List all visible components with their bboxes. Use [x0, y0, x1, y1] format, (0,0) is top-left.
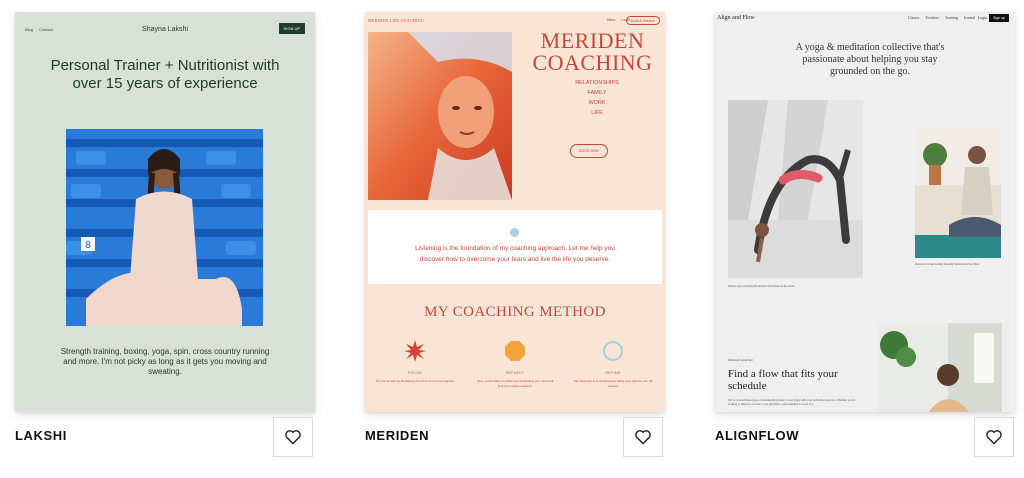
preview-image-studio	[878, 323, 1002, 412]
preview-logo: Align and Flow	[717, 15, 755, 21]
preview-login-link: Login	[977, 16, 987, 20]
preview-intro-text: A yoga & meditation collective that's pa…	[795, 42, 945, 77]
preview-caption: Mariela Ayu practicing Backbends with Da…	[728, 285, 795, 288]
octagon-icon	[505, 341, 525, 361]
template-name[interactable]: LAKSHI	[15, 428, 67, 443]
preview-nav-link: Training	[944, 16, 958, 20]
template-preview-meriden[interactable]: MERIDEN LIFE COACHING Menu Login Book A …	[365, 12, 665, 412]
favorite-button-lakshi[interactable]	[273, 417, 313, 457]
preview-topic-list: RELATIONSHIPS FAMILY WORK LIFE	[565, 78, 629, 118]
preview-quote-section: Listening is the foundation of my coachi…	[368, 210, 662, 284]
favorite-button-meriden[interactable]	[623, 417, 663, 457]
preview-step-desc: Your final step is to continuously refin…	[573, 379, 653, 388]
favorite-button-alignflow[interactable]	[974, 417, 1014, 457]
preview-step-label: FOCUS	[407, 371, 423, 375]
preview-nav: MERIDEN LIFE COACHING Menu Login Book A …	[368, 16, 662, 28]
preview-topic: LIFE	[591, 110, 603, 116]
preview-body-text: Strength training, boxing, yoga, spin, c…	[60, 347, 270, 376]
preview-caption: Instructor Jordan leading Morning Medita…	[915, 263, 980, 266]
preview-section-title: Find a flow that fits your schedule	[728, 368, 838, 392]
preview-step: FOCUS It's time to start by identifying …	[375, 340, 455, 384]
template-preview-lakshi[interactable]: Blog Contact Shayna Lakshi SIGN UP Perso…	[15, 12, 315, 412]
preview-signup-button: SIGN UP	[278, 23, 305, 34]
preview-title: MERIDEN COACHING	[532, 28, 653, 75]
preview-hero-image: 8	[66, 129, 263, 326]
preview-nav-link: Classes	[908, 16, 920, 20]
preview-headline: Personal Trainer + Nutritionist with ove…	[50, 57, 280, 92]
preview-book-button: Book A Session	[625, 16, 660, 25]
heart-outline-icon	[635, 430, 651, 445]
preview-nav-link: Menu	[606, 18, 616, 22]
preview-quote-text: Listening is the foundation of my coachi…	[415, 245, 615, 263]
preview-brand: Shayna Lakshi	[142, 25, 188, 33]
preview-step-label: REFLECT	[505, 371, 525, 375]
heart-outline-icon	[986, 430, 1002, 445]
preview-signup-button: Sign up	[989, 14, 1009, 22]
template-name[interactable]: MERIDEN	[365, 428, 429, 443]
preview-step: REFLECT Next, you'll reflect on what may…	[475, 340, 555, 388]
preview-nav-link: Journal	[963, 16, 975, 20]
preview-step-desc: Next, you'll reflect on what may be bloc…	[476, 379, 554, 388]
preview-hero-image	[368, 32, 512, 200]
svg-text:8: 8	[85, 240, 91, 251]
preview-step: REFINE Your final step is to continuousl…	[573, 340, 653, 388]
preview-step-label: REFINE	[605, 371, 621, 375]
preview-topic: FAMILY	[587, 90, 607, 96]
template-preview-alignflow[interactable]: Align and Flow Classes Teachers Training…	[715, 12, 1015, 412]
template-name[interactable]: ALIGNFLOW	[715, 428, 799, 443]
preview-method-title: MY COACHING METHOD	[424, 304, 606, 320]
preview-eyebrow: Discover practice	[728, 358, 753, 362]
preview-topic: WORK	[588, 100, 606, 106]
heart-outline-icon	[285, 430, 301, 445]
starburst-icon	[404, 340, 426, 362]
preview-nav: Align and Flow Classes Teachers Training…	[717, 14, 1013, 26]
preview-nav-link: Teachers	[925, 16, 939, 20]
preview-topic: RELATIONSHIPS	[575, 80, 619, 86]
preview-nav: Blog Contact Shayna Lakshi SIGN UP	[25, 22, 305, 36]
preview-logo: MERIDEN LIFE COACHING	[368, 18, 425, 23]
preview-image-backbend	[728, 100, 863, 278]
ring-icon	[602, 340, 624, 362]
decorative-dot-icon	[510, 228, 519, 237]
preview-step-desc: It's time to start by identifying the fo…	[375, 379, 455, 383]
preview-cta-button: BOOK NOW	[570, 144, 608, 158]
preview-image-meditation	[915, 125, 1001, 258]
preview-section-text: We've created three types of membership …	[728, 398, 856, 406]
